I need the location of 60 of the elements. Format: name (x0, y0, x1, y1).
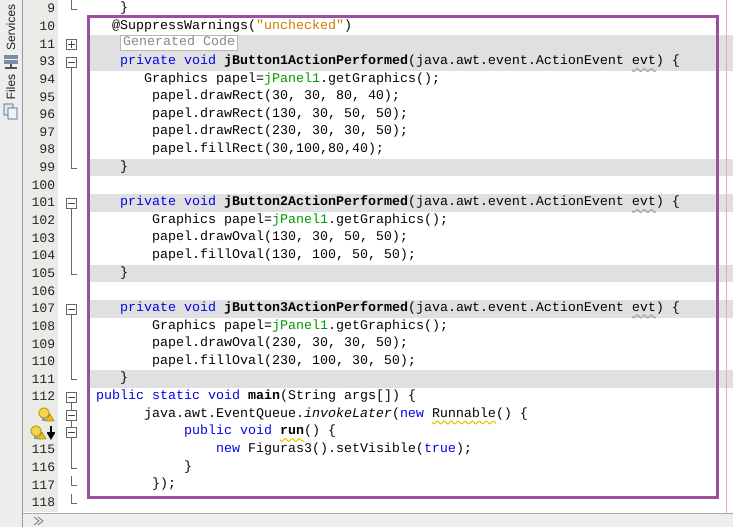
line-number: 94 (39, 70, 55, 88)
line-number: 118 (32, 494, 55, 512)
code-line: } (118, 0, 129, 18)
fold-collapse-icon[interactable] (66, 198, 77, 210)
line-number: 103 (32, 230, 55, 247)
code-line: public static void main(String args[]) { (95, 388, 417, 406)
code-line: papel.fillOval(230, 100, 30, 50); (150, 352, 417, 370)
files-icon (3, 103, 19, 120)
code-line: new Figuras3().setVisible(true); (214, 441, 473, 459)
line-number: 111 (32, 370, 55, 388)
fold-collapse-icon[interactable] (66, 304, 77, 315)
line-number: 101 (32, 194, 55, 212)
fold-collapse-icon[interactable] (66, 427, 77, 438)
line-number: 110 (32, 353, 55, 370)
line-number: 104 (32, 247, 55, 264)
code-line: Graphics papel=jPanel1.getGraphics(); (150, 212, 449, 230)
line-number: 95 (39, 88, 55, 106)
line-number: 10 (39, 18, 55, 35)
code-line: papel.drawRect(130, 30, 50, 50); (150, 106, 409, 124)
code-line: Graphics papel=jPanel1.getGraphics(); (142, 70, 441, 88)
code-line: papel.drawRect(230, 30, 30, 50); (150, 123, 409, 142)
code-line: papel.fillOval(130, 100, 50, 50); (150, 246, 417, 265)
line-number: 115 (32, 441, 55, 458)
line-number: 93 (39, 53, 55, 70)
line-number: 116 (32, 458, 55, 476)
line-number: 102 (32, 212, 55, 230)
code-line: }); (150, 476, 177, 494)
line-number: 9 (47, 0, 55, 18)
line-number: 108 (32, 318, 55, 335)
warning-bulb-icon[interactable] (37, 407, 55, 422)
line-number: 100 (32, 176, 55, 194)
fold-collapse-icon[interactable] (66, 392, 77, 404)
fold-collapse-icon[interactable] (66, 410, 77, 421)
code-line: Graphics papel=jPanel1.getGraphics(); (150, 318, 449, 336)
line-number: 99 (39, 159, 55, 176)
line-number: 112 (32, 388, 55, 406)
side-tab[interactable]: Services (4, 4, 18, 50)
fold-collapse-icon[interactable] (66, 56, 77, 68)
server-icon (3, 54, 19, 70)
line-number: 109 (32, 336, 55, 352)
fold-expand-icon[interactable] (66, 39, 77, 50)
warning-bulb-icon[interactable] (29, 424, 47, 440)
code-line: papel.drawRect(30, 30, 80, 40); (150, 88, 401, 106)
line-number: 106 (32, 282, 55, 300)
line-number: 98 (39, 141, 55, 158)
code-line: } (182, 458, 193, 476)
line-number: 105 (32, 264, 55, 282)
resize-grip-icon[interactable] (33, 516, 45, 526)
code-line: papel.drawOval(130, 30, 50, 50); (150, 229, 409, 247)
code-line: java.awt.EventQueue.invokeLater(new Runnable() { (142, 406, 529, 424)
code-line: papel.fillRect(30,100,80,40); (150, 141, 385, 159)
code-line: public void run() { (182, 423, 337, 442)
code-line: @SuppressWarnings("unchecked") (110, 18, 353, 35)
code-line: papel.drawOval(230, 30, 30, 50); (150, 335, 409, 353)
line-number: 97 (39, 124, 55, 141)
side-tab[interactable]: Files (4, 74, 18, 100)
line-number: 11 (39, 36, 55, 53)
line-number: 107 (32, 300, 55, 318)
line-number: 117 (32, 476, 55, 494)
line-number: 96 (39, 106, 55, 124)
